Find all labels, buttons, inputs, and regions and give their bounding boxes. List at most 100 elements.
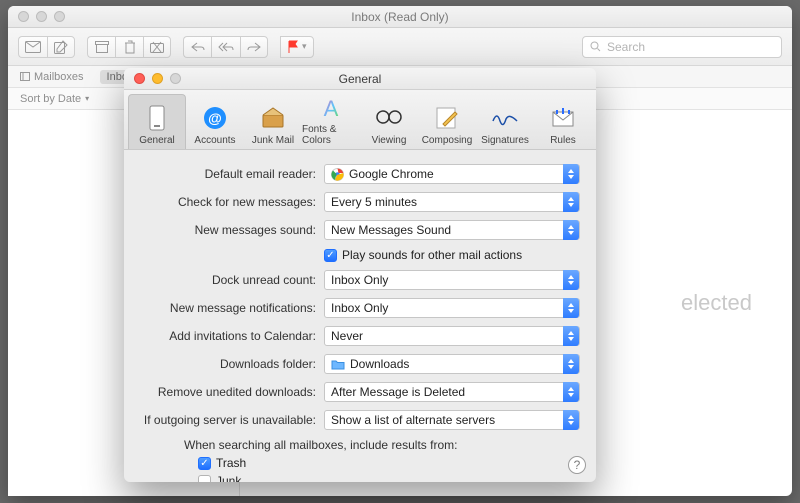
outgoing-select[interactable]: Show a list of alternate servers [324, 410, 580, 430]
remove-select[interactable]: After Message is Deleted [324, 382, 580, 402]
tab-signatures[interactable]: Signatures [476, 94, 534, 149]
svg-text:A: A [324, 96, 339, 120]
flag-icon [287, 40, 299, 54]
junk-button[interactable] [143, 36, 171, 58]
reply-icon [191, 42, 205, 52]
sound-value: New Messages Sound [331, 223, 451, 237]
composing-icon [433, 104, 461, 132]
fonts-icon: A [317, 94, 345, 121]
chrome-icon [331, 168, 344, 181]
reader-label: Default email reader: [140, 167, 324, 181]
flag-button[interactable]: ▾ [280, 36, 314, 58]
dock-value: Inbox Only [331, 273, 388, 287]
rules-icon [549, 104, 577, 132]
outgoing-label: If outgoing server is unavailable: [140, 413, 324, 427]
signatures-icon [491, 104, 519, 132]
checkbox-checked-icon: ✓ [324, 249, 337, 262]
svg-text:@: @ [208, 110, 222, 126]
stepper-icon [563, 326, 579, 346]
chevron-down-icon: ▾ [85, 94, 89, 103]
tab-viewing[interactable]: Viewing [360, 94, 418, 149]
reader-value: Google Chrome [349, 167, 434, 181]
get-mail-button[interactable] [18, 36, 47, 58]
archive-button[interactable] [87, 36, 115, 58]
outgoing-value: Show a list of alternate servers [331, 413, 495, 427]
tab-general[interactable]: General [128, 94, 186, 149]
check-label: Check for new messages: [140, 195, 324, 209]
compose-icon [54, 40, 68, 54]
check-value: Every 5 minutes [331, 195, 417, 209]
help-icon: ? [574, 458, 581, 472]
delete-button[interactable] [115, 36, 143, 58]
stepper-icon [563, 220, 579, 240]
chevron-down-icon: ▾ [302, 41, 307, 52]
junk-icon [150, 41, 164, 53]
stepper-icon [563, 270, 579, 290]
reply-button[interactable] [183, 36, 211, 58]
reader-select[interactable]: Google Chrome [324, 164, 580, 184]
viewing-icon [375, 104, 403, 132]
tab-composing[interactable]: Composing [418, 94, 476, 149]
trash-icon [124, 40, 136, 54]
notif-label: New message notifications: [140, 301, 324, 315]
reply-all-button[interactable] [211, 36, 240, 58]
sound-label: New messages sound: [140, 223, 324, 237]
play-sounds-checkbox[interactable]: ✓ Play sounds for other mail actions [324, 248, 522, 262]
search-field[interactable]: Search [582, 36, 782, 58]
archive-icon [95, 41, 109, 53]
stepper-icon [563, 164, 579, 184]
prefs-titlebar: General [124, 68, 596, 90]
junk-mail-icon [259, 104, 287, 132]
prefs-title: General [124, 72, 596, 86]
general-icon [143, 104, 171, 132]
stepper-icon [563, 410, 579, 430]
notif-value: Inbox Only [331, 301, 388, 315]
mailboxes-toggle[interactable]: Mailboxes [20, 71, 84, 83]
forward-icon [247, 42, 261, 52]
checkbox-checked-icon: ✓ [198, 457, 211, 470]
main-window-title: Inbox (Read Only) [8, 10, 792, 24]
tab-rules[interactable]: Rules [534, 94, 592, 149]
tab-junk[interactable]: Junk Mail [244, 94, 302, 149]
dl-label: Downloads folder: [140, 357, 324, 371]
stepper-icon [563, 382, 579, 402]
preferences-window: General General @ Accounts Junk Mail A F… [124, 68, 596, 482]
stepper-icon [563, 354, 579, 374]
search-placeholder: Search [607, 40, 645, 54]
include-trash-checkbox[interactable]: ✓ Trash [198, 456, 580, 470]
envelope-icon [25, 41, 41, 53]
search-include-heading: When searching all mailboxes, include re… [184, 438, 580, 452]
compose-button[interactable] [47, 36, 75, 58]
help-button[interactable]: ? [568, 456, 586, 474]
dl-value: Downloads [350, 357, 409, 371]
notif-select[interactable]: Inbox Only [324, 298, 580, 318]
main-titlebar: Inbox (Read Only) [8, 6, 792, 28]
check-select[interactable]: Every 5 minutes [324, 192, 580, 212]
tab-accounts[interactable]: @ Accounts [186, 94, 244, 149]
stepper-icon [563, 298, 579, 318]
remove-value: After Message is Deleted [331, 385, 465, 399]
sound-select[interactable]: New Messages Sound [324, 220, 580, 240]
dl-select[interactable]: Downloads [324, 354, 580, 374]
mailboxes-icon [20, 72, 30, 81]
sort-label: Sort by Date [20, 93, 81, 105]
search-icon [590, 41, 601, 52]
play-sounds-label: Play sounds for other mail actions [342, 248, 522, 262]
include-junk-checkbox[interactable]: Junk [198, 474, 580, 482]
dock-label: Dock unread count: [140, 273, 324, 287]
cal-label: Add invitations to Calendar: [140, 329, 324, 343]
tab-fonts[interactable]: A Fonts & Colors [302, 94, 360, 149]
dock-select[interactable]: Inbox Only [324, 270, 580, 290]
no-message-label: elected [681, 290, 752, 316]
prefs-body: Default email reader: Google Chrome Chec… [124, 150, 596, 482]
remove-label: Remove unedited downloads: [140, 385, 324, 399]
main-toolbar: ▾ Search [8, 28, 792, 66]
reply-all-icon [218, 42, 234, 52]
cal-value: Never [331, 329, 363, 343]
stepper-icon [563, 192, 579, 212]
forward-button[interactable] [240, 36, 268, 58]
checkbox-icon [198, 475, 211, 483]
accounts-icon: @ [201, 104, 229, 132]
prefs-tabbar: General @ Accounts Junk Mail A Fonts & C… [124, 90, 596, 150]
cal-select[interactable]: Never [324, 326, 580, 346]
